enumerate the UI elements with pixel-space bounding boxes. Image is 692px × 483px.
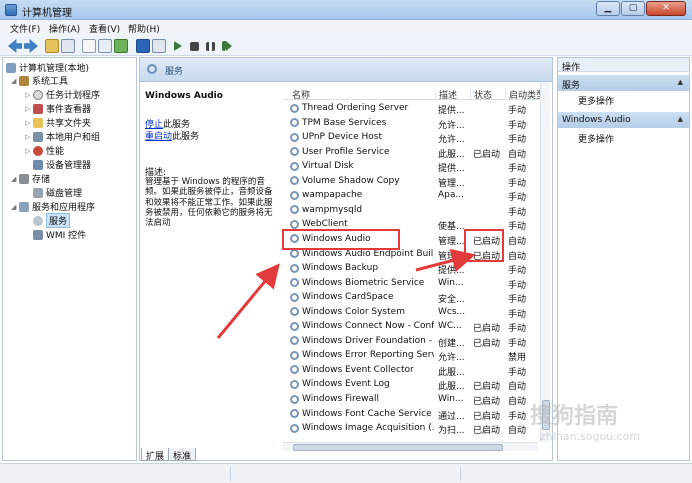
annotation-arrow-left <box>216 263 280 339</box>
watermark-logo: 搜狗指南 <box>530 404 619 429</box>
watermark-url: zhinan.sogou.com <box>540 430 641 443</box>
annotation-arrow-right <box>415 248 476 273</box>
